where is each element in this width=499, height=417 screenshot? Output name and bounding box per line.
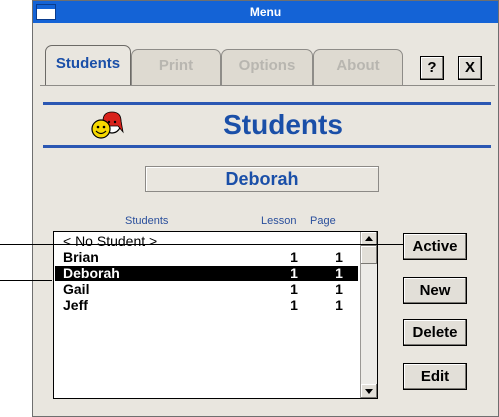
header-rule-bottom: [43, 145, 491, 148]
tab-about[interactable]: About: [313, 49, 403, 85]
close-button[interactable]: X: [458, 56, 482, 80]
menu-window: Menu Students Print Options About ? X St…: [32, 0, 499, 417]
new-button[interactable]: New: [403, 277, 467, 304]
scroll-down-arrow-icon[interactable]: [361, 384, 377, 398]
tab-divider: [40, 85, 495, 86]
students-smiley-icon: [91, 111, 124, 139]
student-name: Brian: [63, 249, 99, 265]
callout-line-selected: [0, 280, 52, 281]
student-name: Deborah: [63, 265, 120, 281]
student-lesson: 1: [290, 297, 298, 313]
student-page: 1: [335, 297, 343, 313]
student-list[interactable]: < No Student > Brian 1 1 Deborah 1 1 Gai…: [53, 231, 378, 399]
list-item[interactable]: Jeff 1 1: [55, 297, 358, 313]
page-title: Students: [223, 109, 343, 140]
list-item-selected[interactable]: Deborah 1 1: [55, 265, 358, 281]
list-item[interactable]: Brian 1 1: [55, 249, 358, 265]
help-button[interactable]: ?: [420, 56, 444, 80]
window-title: Menu: [249, 5, 282, 19]
student-page: 1: [335, 281, 343, 297]
header-rule-top: [43, 102, 491, 105]
column-header-lesson: Lesson: [261, 215, 297, 227]
student-page: 1: [335, 249, 343, 265]
student-lesson: 1: [290, 265, 298, 281]
list-item[interactable]: < No Student >: [55, 233, 358, 249]
column-header-page: Page: [310, 215, 336, 227]
student-page: 1: [335, 265, 343, 281]
student-name: Gail: [63, 281, 90, 297]
student-name: < No Student >: [63, 233, 158, 249]
active-button[interactable]: Active: [403, 233, 467, 260]
student-lesson: 1: [290, 249, 298, 265]
selected-student-display: Deborah: [145, 166, 379, 192]
scroll-thumb[interactable]: [361, 246, 377, 264]
tab-options[interactable]: Options: [221, 49, 313, 85]
delete-button[interactable]: Delete: [403, 319, 467, 346]
callout-line-active: [0, 244, 404, 245]
title-bar[interactable]: Menu: [33, 1, 498, 23]
list-item[interactable]: Gail 1 1: [55, 281, 358, 297]
student-lesson: 1: [290, 281, 298, 297]
tab-print[interactable]: Print: [131, 49, 221, 85]
tab-students[interactable]: Students: [45, 45, 131, 85]
column-header-students: Students: [125, 215, 169, 227]
list-scrollbar[interactable]: [360, 232, 377, 398]
edit-button[interactable]: Edit: [403, 363, 467, 390]
student-name: Jeff: [63, 297, 88, 313]
